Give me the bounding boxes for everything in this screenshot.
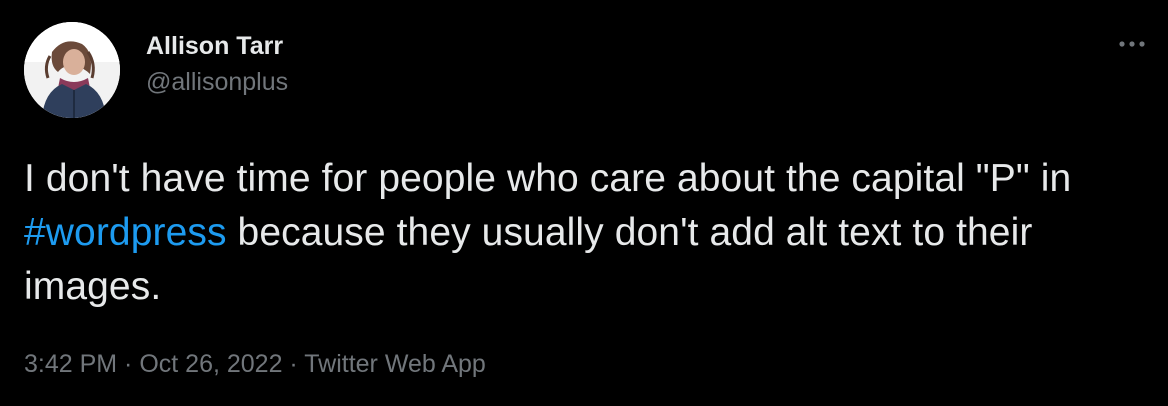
tweet-date[interactable]: Oct 26, 2022	[139, 350, 282, 378]
avatar[interactable]	[24, 22, 120, 118]
author-info: Allison Tarr @allisonplus	[146, 30, 288, 98]
author-display-name[interactable]: Allison Tarr	[146, 30, 288, 62]
tweet-text: I don't have time for people who care ab…	[24, 152, 1144, 314]
meta-separator: ·	[282, 350, 305, 378]
tweet-time[interactable]: 3:42 PM	[24, 350, 117, 378]
avatar-photo	[24, 22, 120, 118]
more-button[interactable]	[1112, 30, 1152, 58]
author-handle[interactable]: @allisonplus	[146, 66, 288, 98]
more-icon	[1119, 41, 1145, 47]
hashtag-link[interactable]: #wordpress	[24, 211, 227, 254]
tweet-text-before: I don't have time for people who care ab…	[24, 157, 1072, 200]
tweet-card: Allison Tarr @allisonplus I don't have t…	[0, 0, 1168, 406]
tweet-source: Twitter Web App	[304, 350, 486, 378]
tweet-meta: 3:42 PM · Oct 26, 2022 · Twitter Web App	[24, 348, 486, 380]
meta-separator: ·	[117, 350, 140, 378]
